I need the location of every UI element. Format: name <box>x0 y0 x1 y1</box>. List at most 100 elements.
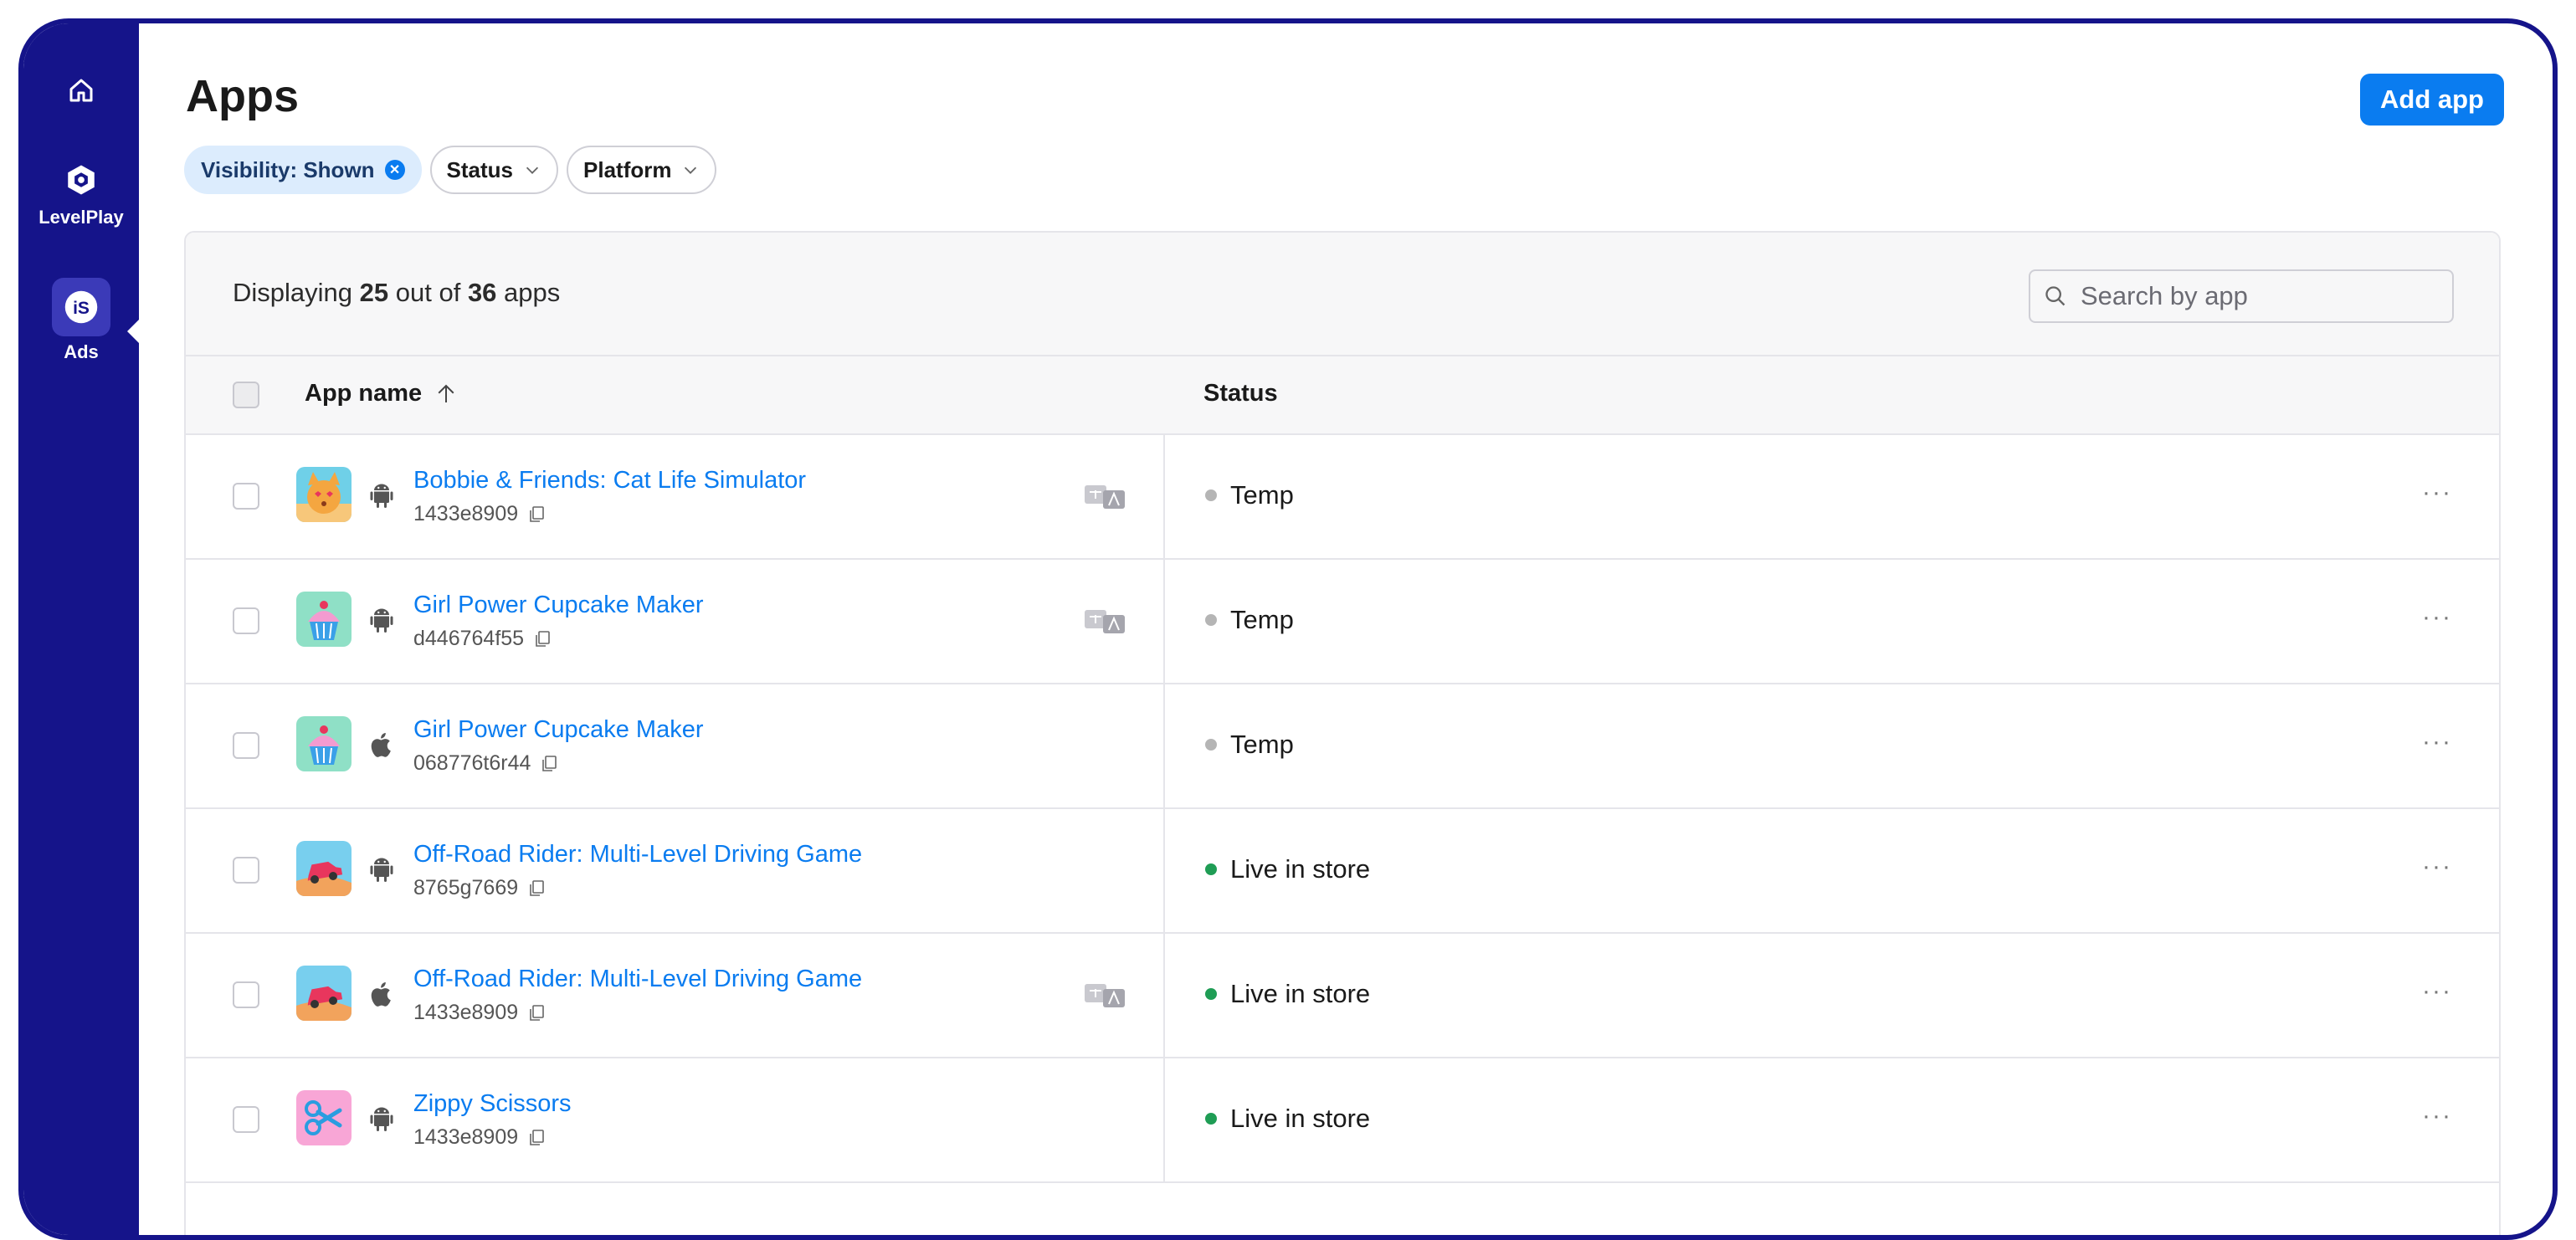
car-app-icon <box>296 841 352 896</box>
apps-table: Displaying 25 out of 36 apps App name St <box>184 231 2501 1235</box>
row-more-menu[interactable]: ··· <box>2422 603 2452 632</box>
app-id-text: 068776t6r44 <box>413 751 531 775</box>
row-more-menu[interactable]: ··· <box>2422 1102 2452 1130</box>
app-id: d446764f55 <box>413 627 552 651</box>
translation-icon <box>1083 482 1128 510</box>
app-name-link[interactable]: Zippy Scissors <box>413 1090 572 1118</box>
app-id-text: 1433e8909 <box>413 1125 519 1149</box>
table-row[interactable]: Off-Road Rider: Multi-Level Driving Game… <box>186 934 2499 1058</box>
app-id: 1433e8909 <box>413 1001 547 1025</box>
filter-status-dropdown[interactable]: Status <box>429 146 559 194</box>
column-divider <box>1163 684 1165 807</box>
status-text: Live in store <box>1230 1104 1371 1133</box>
status-dot <box>1205 1113 1217 1125</box>
sidebar-item-levelplay[interactable]: LevelPlay <box>23 162 139 228</box>
app-id-text: 8765g7669 <box>413 876 519 899</box>
table-row[interactable]: Girl Power Cupcake Maker d446764f55 Temp… <box>186 560 2499 684</box>
filter-platform-dropdown[interactable]: Platform <box>567 146 717 194</box>
clear-filter-icon[interactable]: ✕ <box>384 160 405 180</box>
status-text: Temp <box>1230 480 1294 510</box>
add-app-button[interactable]: Add app <box>2360 74 2504 126</box>
app-name-link[interactable]: Bobbie & Friends: Cat Life Simulator <box>413 467 806 494</box>
column-divider <box>1163 809 1165 932</box>
app-id: 068776t6r44 <box>413 751 559 776</box>
search-input[interactable] <box>2079 280 2434 312</box>
status-dot <box>1205 863 1217 875</box>
column-divider <box>1163 560 1165 683</box>
row-more-menu[interactable]: ··· <box>2422 728 2452 756</box>
table-row[interactable]: Bobbie & Friends: Cat Life Simulator 143… <box>186 435 2499 560</box>
row-more-menu[interactable]: ··· <box>2422 853 2452 881</box>
app-id-text: 1433e8909 <box>413 502 519 525</box>
app-id: 1433e8909 <box>413 1125 547 1150</box>
ads-badge-text: iS <box>73 299 90 318</box>
cupcake-app-icon <box>296 716 352 771</box>
row-more-menu[interactable]: ··· <box>2422 479 2452 507</box>
status-text: Temp <box>1230 605 1294 634</box>
copy-icon[interactable] <box>539 754 559 774</box>
copy-icon[interactable] <box>526 1003 547 1023</box>
copy-icon[interactable] <box>526 879 547 899</box>
row-checkbox[interactable] <box>233 981 259 1008</box>
filter-label: Visibility: Shown <box>201 156 375 182</box>
main-content: Apps Add app Visibility: Shown ✕ Status … <box>139 23 2553 1235</box>
status-text: Temp <box>1230 730 1294 759</box>
row-checkbox[interactable] <box>233 732 259 759</box>
levelplay-icon <box>68 165 95 195</box>
android-icon <box>367 480 397 510</box>
search-box[interactable] <box>2029 269 2454 323</box>
row-checkbox[interactable] <box>233 483 259 510</box>
status-text: Live in store <box>1230 854 1371 884</box>
column-divider <box>1163 934 1165 1057</box>
app-name-link[interactable]: Girl Power Cupcake Maker <box>413 592 704 619</box>
status-indicator: Live in store <box>1205 979 1370 1009</box>
app-name-link[interactable]: Off-Road Rider: Multi-Level Driving Game <box>413 841 862 869</box>
table-row[interactable]: Off-Road Rider: Multi-Level Driving Game… <box>186 809 2499 934</box>
filter-label: Status <box>446 156 514 182</box>
app-name-link[interactable]: Off-Road Rider: Multi-Level Driving Game <box>413 966 862 993</box>
apple-icon <box>367 730 397 760</box>
row-checkbox[interactable] <box>233 857 259 884</box>
android-icon <box>367 605 397 635</box>
status-dot <box>1205 739 1217 751</box>
status-indicator: Live in store <box>1205 1104 1370 1134</box>
table-toolbar: Displaying 25 out of 36 apps <box>186 233 2499 356</box>
page-title: Apps <box>186 71 299 121</box>
count-shown: 25 <box>359 278 389 307</box>
android-icon <box>367 854 397 884</box>
status-dot <box>1205 614 1217 626</box>
status-indicator: Temp <box>1205 730 1294 760</box>
table-row[interactable]: Zippy Scissors 1433e8909 Live in store ·… <box>186 1058 2499 1183</box>
table-body: Bobbie & Friends: Cat Life Simulator 143… <box>186 435 2499 1183</box>
column-app-name[interactable]: App name <box>305 380 459 407</box>
count-middle: out of <box>395 278 461 307</box>
cat-app-icon <box>296 467 352 522</box>
copy-icon[interactable] <box>526 1128 547 1148</box>
copy-icon[interactable] <box>526 505 547 525</box>
status-indicator: Temp <box>1205 480 1294 510</box>
row-more-menu[interactable]: ··· <box>2422 977 2452 1006</box>
sidebar-item-home[interactable] <box>23 75 139 110</box>
app-id-text: 1433e8909 <box>413 1001 519 1024</box>
app-name-link[interactable]: Girl Power Cupcake Maker <box>413 716 704 744</box>
count-prefix: Displaying <box>233 278 353 307</box>
app-window: LevelPlay iS Ads Apps Add app Visibility… <box>18 18 2558 1240</box>
filter-visibility-chip[interactable]: Visibility: Shown ✕ <box>184 146 422 194</box>
sidebar-item-label: LevelPlay <box>38 207 124 228</box>
table-header: App name Status <box>186 356 2499 435</box>
count-total: 36 <box>467 278 497 307</box>
sidebar: LevelPlay iS Ads <box>23 23 141 1235</box>
select-all-checkbox[interactable] <box>233 382 259 408</box>
copy-icon[interactable] <box>532 629 552 649</box>
status-dot <box>1205 489 1217 501</box>
table-row[interactable]: Girl Power Cupcake Maker 068776t6r44 Tem… <box>186 684 2499 809</box>
search-icon <box>2045 286 2065 306</box>
chevron-down-icon <box>685 167 697 174</box>
row-checkbox[interactable] <box>233 1106 259 1133</box>
column-status: Status <box>1203 380 1278 407</box>
home-icon <box>69 79 93 102</box>
status-indicator: Live in store <box>1205 854 1370 884</box>
status-text: Live in store <box>1230 979 1371 1008</box>
sidebar-item-ads[interactable]: iS Ads <box>23 278 139 363</box>
row-checkbox[interactable] <box>233 607 259 634</box>
